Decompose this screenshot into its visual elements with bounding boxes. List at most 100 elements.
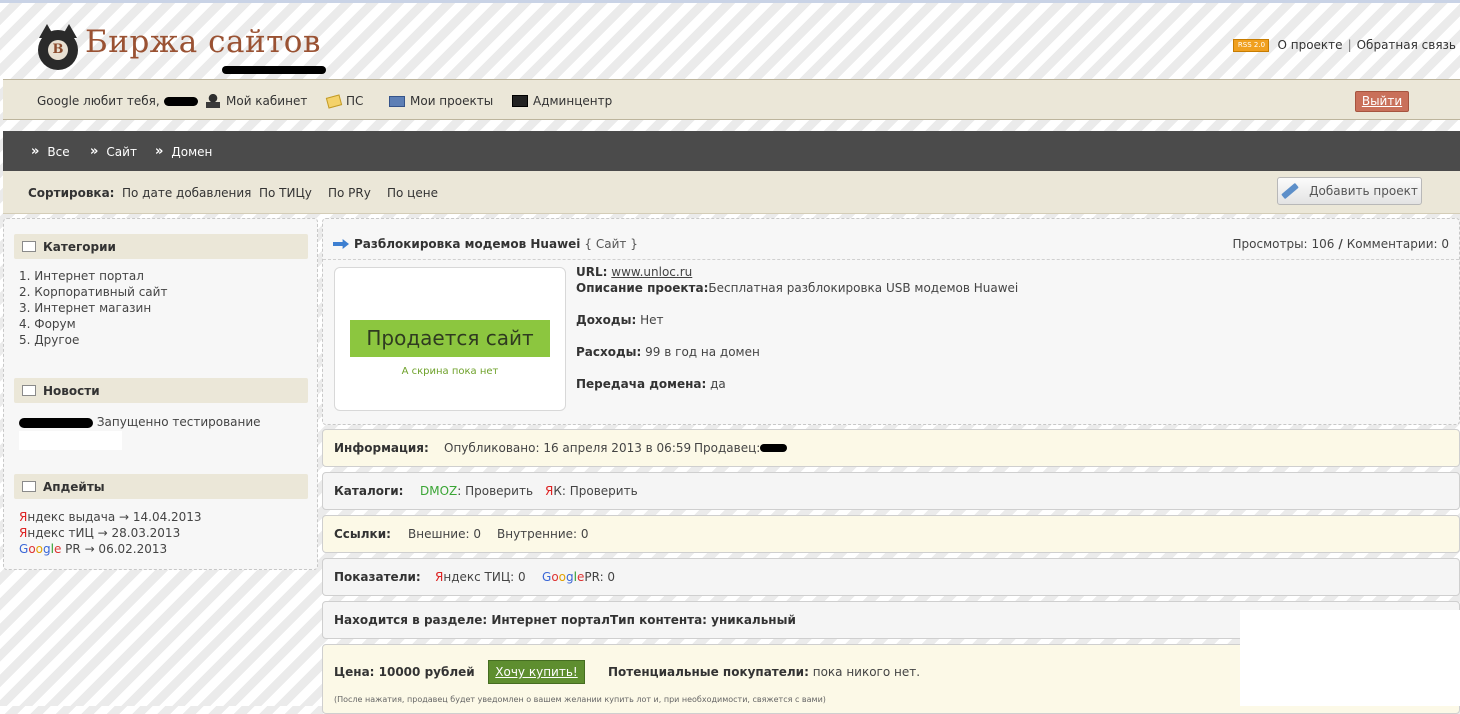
category-item[interactable]: 2. Корпоративный сайт: [19, 285, 167, 301]
greeting: Google любит тебя,: [37, 94, 198, 108]
description-row: Описание проекта:Бесплатная разблокировк…: [576, 281, 1019, 295]
note-icon: [325, 93, 343, 109]
cabinet-label: Мой кабинет: [226, 94, 308, 108]
project-card: Разблокировка модемов Huawei { Сайт } Пр…: [322, 218, 1460, 425]
categories-title: Категории: [43, 239, 116, 254]
projects-icon: [389, 95, 405, 107]
project-title[interactable]: Разблокировка модемов Huawei: [354, 237, 580, 251]
updates-heading: Апдейты: [14, 474, 308, 499]
url-row: URL: www.unloc.ru: [576, 265, 693, 279]
chevron-right-icon: »: [31, 144, 40, 159]
links-label: Ссылки:: [334, 527, 391, 541]
nav-all[interactable]: » Все: [31, 144, 70, 159]
sort-by-date[interactable]: По дате добавления: [122, 186, 251, 200]
project-stats: Просмотры: 106/Комментарии: 0: [1233, 237, 1450, 251]
logo-badge: B: [48, 40, 68, 60]
cat-logo-icon: B: [38, 24, 78, 70]
add-project-button[interactable]: Добавить проект: [1277, 177, 1422, 205]
ps-link[interactable]: ПС: [325, 93, 364, 109]
views-count: 106: [1311, 237, 1335, 251]
links-panel: Ссылки: Внешние: 0 Внутренние: 0: [322, 515, 1460, 553]
project-url-link[interactable]: www.unloc.ru: [611, 265, 692, 279]
projects-label: Мои проекты: [410, 94, 494, 108]
comments-label: Комментарии:: [1346, 237, 1438, 251]
admin-link[interactable]: Админцентр: [512, 94, 612, 108]
price-label: Цена: 10000 рублей: [334, 665, 475, 679]
greeting-text: Google любит тебя,: [37, 94, 160, 108]
income-row: Доходы: Нет: [576, 313, 664, 327]
top-links: RSS 2.0 О проекте | Обратная связь: [1233, 38, 1456, 52]
stats-separator: /: [1338, 237, 1343, 251]
buy-note: (После нажатия, продавец будет уведомлен…: [334, 695, 826, 704]
ps-label: ПС: [346, 94, 364, 108]
nav-domain-label: Домен: [171, 144, 213, 159]
redacted-seller: [760, 444, 788, 452]
updates-list: Яндекс выдача → 14.04.2013 Яндекс тИЦ → …: [19, 510, 202, 558]
logout-button[interactable]: Выйти: [1355, 91, 1409, 112]
person-icon: [205, 94, 221, 108]
yak-check[interactable]: Я К: Проверить: [545, 473, 638, 509]
sort-by-price[interactable]: По цене: [387, 186, 438, 200]
views-label: Просмотры:: [1232, 237, 1308, 251]
redacted-area: [19, 431, 122, 450]
google-pr: Google PR: 0: [542, 570, 616, 584]
user-bar: Google любит тебя, Мой кабинет ПС Мои пр…: [3, 79, 1460, 120]
nav-site-label: Сайт: [106, 144, 137, 159]
metrics-label: Показатели:: [334, 570, 421, 584]
seller: Продавец:: [694, 430, 788, 466]
category-item[interactable]: 4. Форум: [19, 317, 167, 333]
category-item[interactable]: 1. Интернет портал: [19, 269, 167, 285]
about-link[interactable]: О проекте: [1277, 38, 1342, 52]
sidebar: Категории 1. Интернет портал 2. Корпорат…: [3, 218, 318, 570]
yandex-tic: Яндекс ТИЦ: 0: [435, 570, 526, 584]
link-separator: |: [1347, 38, 1352, 52]
arrow-right-icon: [333, 239, 349, 249]
update-google-pr: Google PR → 06.02.2013: [19, 542, 168, 556]
feedback-link[interactable]: Обратная связь: [1357, 38, 1456, 52]
add-project-label: Добавить проект: [1309, 184, 1418, 198]
sort-by-tic[interactable]: По ТИЦу: [259, 186, 312, 200]
project-kind: { Сайт }: [584, 237, 638, 251]
nav-all-label: Все: [47, 144, 70, 159]
nav-site[interactable]: » Сайт: [90, 144, 137, 159]
sort-label: Сортировка:: [28, 186, 115, 200]
buy-button[interactable]: Хочу купить!: [488, 660, 585, 684]
internal-links: Внутренние: 0: [497, 527, 589, 541]
redacted-date: [19, 417, 93, 428]
metrics-panel: Показатели: Яндекс ТИЦ: 0 Google PR: 0: [322, 558, 1460, 596]
sort-by-pr[interactable]: По PRу: [328, 186, 371, 200]
dmoz-check[interactable]: DMOZ: Проверить: [420, 473, 533, 509]
window-icon: [22, 481, 36, 492]
catalogs-panel: Каталоги: DMOZ: Проверить Я К: Проверить: [322, 472, 1460, 510]
chevron-right-icon: »: [90, 144, 99, 159]
categories-list: 1. Интернет портал 2. Корпоративный сайт…: [19, 269, 167, 349]
projects-link[interactable]: Мои проекты: [389, 94, 493, 108]
content-type: Тип контента: уникальный: [610, 613, 796, 627]
seller-label: Продавец:: [694, 441, 761, 455]
redacted-username: [163, 96, 198, 106]
info-panel: Информация: Опубликовано: 16 апреля 2013…: [322, 429, 1460, 467]
news-title: Новости: [43, 383, 100, 398]
cabinet-link[interactable]: Мой кабинет: [205, 94, 307, 108]
terminal-icon: [512, 95, 528, 107]
update-yandex-tic: Яндекс тИЦ → 28.03.2013: [19, 526, 181, 540]
categories-heading: Категории: [14, 234, 308, 259]
category-item[interactable]: 5. Другое: [19, 333, 167, 349]
section-text: Находится в разделе: Интернет портал: [334, 613, 610, 627]
project-title-row: Разблокировка модемов Huawei { Сайт }: [333, 237, 638, 251]
logo-underline: [222, 66, 326, 74]
sort-bar: Сортировка: По дате добавления По ТИЦу П…: [3, 171, 1460, 214]
nav-domain[interactable]: » Домен: [155, 144, 212, 159]
category-item[interactable]: 3. Интернет магазин: [19, 301, 167, 317]
comments-count: 0: [1441, 237, 1449, 251]
chevron-right-icon: »: [155, 144, 164, 159]
rss-icon[interactable]: RSS 2.0: [1233, 38, 1270, 52]
published-date: Опубликовано: 16 апреля 2013 в 06:59: [444, 441, 692, 455]
window-icon: [22, 385, 36, 396]
no-screenshot-caption: А скрина пока нет: [401, 366, 499, 377]
for-sale-banner: Продается сайт: [350, 320, 550, 357]
info-label: Информация:: [334, 441, 429, 455]
window-icon: [22, 241, 36, 252]
category-nav: » Все » Сайт » Домен: [3, 131, 1460, 171]
admin-label: Админцентр: [533, 94, 613, 108]
